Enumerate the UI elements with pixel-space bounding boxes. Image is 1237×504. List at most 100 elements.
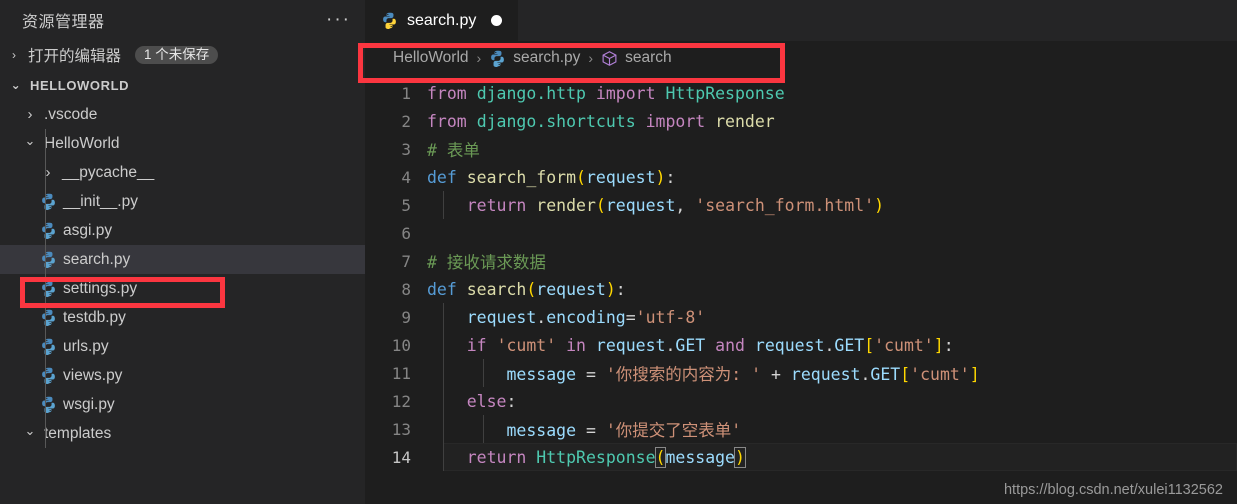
code-editor[interactable]: 1 from django.http import HttpResponse 2 fr… <box>365 75 1237 504</box>
code-token: GET <box>870 365 901 384</box>
code-token: return <box>466 195 527 215</box>
code-line[interactable]: 1 from django.http import HttpResponse <box>365 79 1237 107</box>
code-line[interactable]: 9 request.encoding='utf-8' <box>365 303 1237 331</box>
code-line[interactable]: 12 else: <box>365 387 1237 415</box>
tree-item-label: __init__.py <box>63 192 138 210</box>
code-token: , <box>675 195 696 215</box>
code-token: in <box>566 335 586 355</box>
code-token: request <box>605 195 676 215</box>
tree-item---init---py[interactable]: __init__.py <box>0 187 365 216</box>
tree-item-views-py[interactable]: views.py <box>0 361 365 390</box>
tree-item-label: templates <box>44 424 112 442</box>
line-number: 13 <box>391 419 411 439</box>
line-number: 14 <box>391 447 411 467</box>
code-line-text: return HttpResponse(message) <box>427 446 746 468</box>
python-file-icon <box>381 12 398 29</box>
code-line-text: from django.shortcuts import render <box>427 112 775 131</box>
tree-item-urls-py[interactable]: urls.py <box>0 332 365 361</box>
tree-item-templates[interactable]: ⌄ templates <box>0 419 365 448</box>
code-line[interactable]: 13 message = '你提交了空表单' <box>365 415 1237 443</box>
code-line[interactable]: 8 def search(request): <box>365 275 1237 303</box>
code-token: search_form <box>466 167 577 187</box>
code-line[interactable]: 10 if 'cumt' in request.GET and request.… <box>365 331 1237 359</box>
opened-editors-label: 打开的编辑器 <box>28 48 122 65</box>
code-token: ] <box>969 365 980 384</box>
line-number: 6 <box>401 223 411 243</box>
line-number: 12 <box>391 391 411 411</box>
code-line-text: from django.http import HttpResponse <box>427 84 785 103</box>
code-token: message <box>506 365 577 384</box>
editor-tab-bar: search.py <box>365 0 1237 41</box>
python-file-icon <box>489 50 506 67</box>
code-token: ] <box>933 335 944 355</box>
code-token: request <box>536 279 606 299</box>
file-tree: › .vscode ⌄ HelloWorld › __pycache__ __init__.… <box>0 100 365 448</box>
line-number: 7 <box>401 251 411 271</box>
code-line[interactable]: 5 return render(request, 'search_form.ht… <box>365 191 1237 219</box>
code-token: ( <box>576 167 586 187</box>
code-token: : <box>943 335 954 355</box>
code-token: import <box>645 111 706 131</box>
code-token: GET <box>675 335 706 355</box>
code-line[interactable]: 11 message = '你搜索的内容为: ' + request.GET['… <box>365 359 1237 387</box>
code-line[interactable]: 6 <box>365 219 1237 247</box>
section-root-folder[interactable]: ⌄ HELLOWORLD <box>0 70 365 100</box>
code-line[interactable]: 7 # 接收请求数据 <box>365 247 1237 275</box>
code-line[interactable]: 14 return HttpResponse(message) <box>365 443 1237 471</box>
code-token: ( <box>526 279 537 299</box>
tree-item-helloworld[interactable]: ⌄ HelloWorld <box>0 129 365 158</box>
breadcrumb-item-label: HelloWorld <box>393 49 469 66</box>
tree-item-testdb-py[interactable]: testdb.py <box>0 303 365 332</box>
python-file-icon <box>40 396 57 413</box>
tree-item-asgi-py[interactable]: asgi.py <box>0 216 365 245</box>
breadcrumb-item-search-py[interactable]: search.py <box>489 49 580 67</box>
chevron-down-icon[interactable]: ⌄ <box>22 423 38 439</box>
tree-item-settings-py[interactable]: settings.py <box>0 274 365 303</box>
chevron-right-icon[interactable]: › <box>40 164 56 181</box>
tree-item-search-py[interactable]: search.py <box>0 245 365 274</box>
section-opened-editors[interactable]: › 打开的编辑器 1 个未保存 <box>0 40 365 70</box>
code-token: = <box>576 365 606 384</box>
code-token: from <box>427 83 467 103</box>
breadcrumb-item-helloworld[interactable]: HelloWorld <box>393 49 469 67</box>
code-line-text: request.encoding='utf-8' <box>427 308 705 327</box>
code-token: def <box>427 279 457 299</box>
code-token: def <box>427 167 457 187</box>
code-line[interactable]: 4 def search_form(request): <box>365 163 1237 191</box>
python-file-icon <box>40 280 57 297</box>
chevron-down-icon[interactable]: ⌄ <box>22 133 38 149</box>
code-token: . <box>536 307 547 327</box>
explorer-sidebar: 资源管理器 ··· › 打开的编辑器 1 个未保存 ⌄ HELLOWORLD ›… <box>0 0 365 504</box>
tree-item---pycache--[interactable]: › __pycache__ <box>0 158 365 187</box>
symbol-method-icon <box>601 50 618 67</box>
code-line[interactable]: 3 # 表单 <box>365 135 1237 163</box>
tree-item--vscode[interactable]: › .vscode <box>0 100 365 129</box>
code-line[interactable]: 2 from django.shortcuts import render <box>365 107 1237 135</box>
tab-label: search.py <box>407 11 477 29</box>
code-token: ) <box>874 195 885 215</box>
code-token: message <box>506 421 577 440</box>
code-token: [ <box>864 335 875 355</box>
tab-search-py[interactable]: search.py <box>365 0 519 41</box>
code-token: search <box>466 279 527 299</box>
line-number: 11 <box>391 363 411 383</box>
python-file-icon <box>40 309 57 326</box>
vscode-window: 资源管理器 ··· › 打开的编辑器 1 个未保存 ⌄ HELLOWORLD ›… <box>0 0 1237 504</box>
chevron-right-icon[interactable]: › <box>22 106 38 123</box>
breadcrumb-item-label: search <box>625 49 672 66</box>
tree-item-label: asgi.py <box>63 221 113 239</box>
editor-area: search.py HelloWorld › search.py › search 1f… <box>365 0 1237 504</box>
more-actions-icon[interactable]: ··· <box>326 10 351 29</box>
tree-item-wsgi-py[interactable]: wsgi.py <box>0 390 365 419</box>
breadcrumb-item-search[interactable]: search <box>601 49 672 67</box>
